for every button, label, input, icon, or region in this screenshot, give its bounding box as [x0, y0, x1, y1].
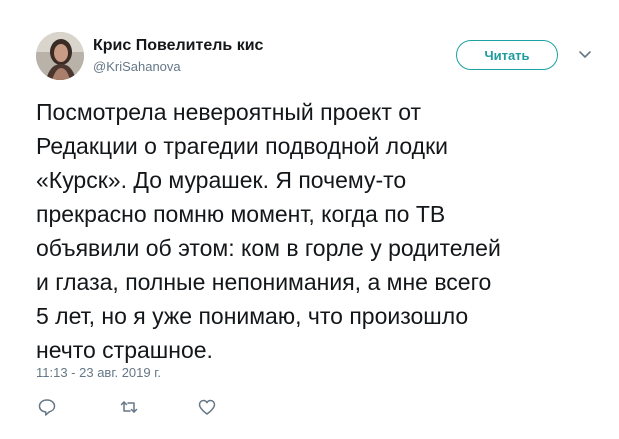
tweet-text-line: нечто страшное.: [36, 337, 213, 363]
tweet-card: Крис Повелитель кис @KriSahanova Читать …: [0, 0, 619, 439]
tweet-text-line: и глаза, полные непонимания, а мне всего: [36, 269, 492, 295]
tweet-text-line: «Курск». До мурашек. Я почему-то: [36, 167, 407, 193]
author-display-name[interactable]: Крис Повелитель кис: [93, 37, 263, 55]
avatar-image: [36, 32, 84, 80]
avatar[interactable]: [36, 32, 84, 80]
tweet-text-line: объявили об этом: ком в горле у родителе…: [36, 235, 501, 261]
follow-button[interactable]: Читать: [456, 40, 558, 70]
retweet-icon[interactable]: [118, 396, 140, 418]
tweet-timestamp[interactable]: 11:13 - 23 авг. 2019 г.: [36, 365, 161, 380]
tweet-text-line: прекрасно помню момент, когда по ТВ: [36, 201, 446, 227]
heart-icon[interactable]: [196, 396, 218, 418]
reply-icon[interactable]: [36, 396, 58, 418]
tweet-text-line: Редакции о трагедии подводной лодки: [36, 133, 448, 159]
tweet-text-line: Посмотрела невероятный проект от: [36, 99, 422, 125]
tweet-text-line: 5 лет, но я уже понимаю, что произошло: [36, 303, 469, 329]
tweet-text: Посмотрела невероятный проект от Редакци…: [36, 95, 606, 367]
author-handle[interactable]: @KriSahanova: [93, 59, 181, 74]
chevron-down-icon[interactable]: [577, 46, 593, 62]
